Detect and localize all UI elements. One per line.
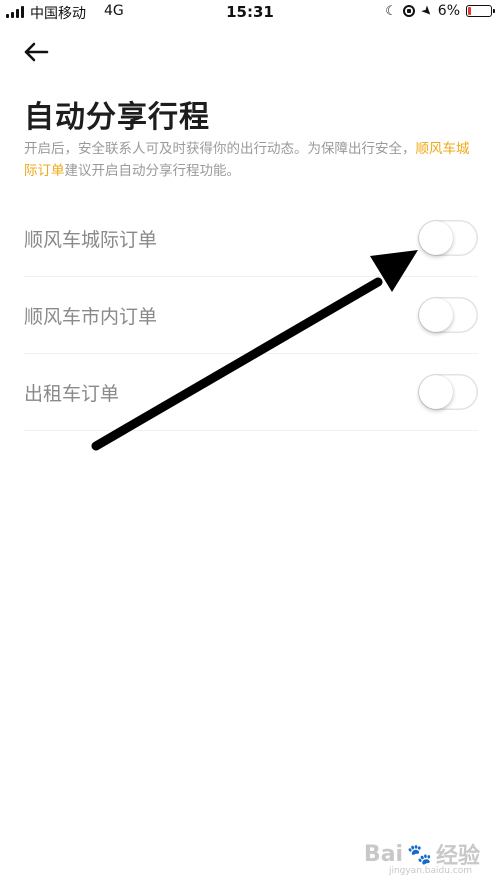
taxi-toggle[interactable] [418, 374, 478, 410]
battery-percent: 6% [437, 3, 460, 19]
toggle-knob [419, 375, 453, 409]
setting-row-intracity: 顺风车市内订单 [24, 277, 478, 354]
setting-row-taxi: 出租车订单 [24, 354, 478, 431]
paw-icon: 🐾 [407, 842, 432, 866]
status-right-group: ☾ ➤ 6% [385, 1, 495, 21]
arrow-left-icon [24, 42, 49, 62]
orientation-lock-icon [402, 5, 415, 17]
settings-list: 顺风车城际订单 顺风车市内订单 出租车订单 [24, 200, 478, 431]
battery-icon [466, 5, 495, 17]
watermark-url: jingyan.baidu.com [388, 866, 472, 876]
location-icon: ➤ [417, 1, 436, 21]
page-title: 自动分享行程 [24, 100, 210, 135]
status-bar: 中国移动 4G 15:31 ☾ ➤ 6% [0, 0, 500, 26]
setting-label: 顺风车市内订单 [24, 305, 158, 328]
description-text-suffix: 建议开启自动分享行程功能。 [64, 163, 241, 179]
toggle-knob [419, 221, 453, 255]
setting-label: 出租车订单 [24, 382, 120, 405]
moon-icon: ☾ [385, 3, 397, 19]
toggle-knob [419, 298, 453, 332]
setting-label: 顺风车城际订单 [24, 228, 158, 251]
description-text: 开启后，安全联系人可及时获得你的出行动态。为保障出行安全， [24, 141, 416, 157]
page-description: 开启后，安全联系人可及时获得你的出行动态。为保障出行安全，顺风车城际订单建议开启… [24, 138, 480, 182]
back-button[interactable] [20, 36, 52, 68]
intercity-toggle[interactable] [418, 220, 478, 256]
intracity-toggle[interactable] [418, 297, 478, 333]
watermark-brand: Bai [363, 841, 404, 867]
setting-row-intercity: 顺风车城际订单 [24, 200, 478, 277]
